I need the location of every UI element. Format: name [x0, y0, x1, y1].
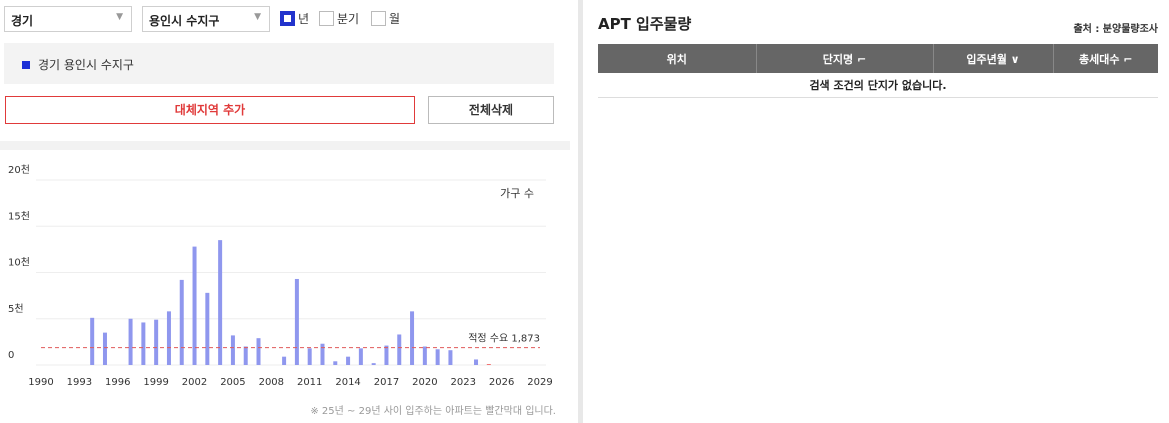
bar: [230, 335, 235, 365]
x-tick-label: 1993: [67, 377, 92, 388]
reference-line-label: 적정 수요 1,873: [468, 333, 540, 345]
x-tick-label: 2017: [374, 377, 399, 388]
bar: [218, 240, 223, 365]
period-quarter-label: 분기: [337, 11, 360, 26]
table-header-row: 위치 단지명 ⌐ 입주년월 ∨ 총세대수 ⌐: [598, 44, 1158, 73]
x-tick-label: 2002: [182, 377, 207, 388]
x-tick-label: 1990: [28, 377, 53, 388]
period-month-label: 월: [389, 11, 401, 26]
x-tick-label: 2014: [335, 377, 360, 388]
checkbox-icon: [319, 10, 334, 26]
selected-region-panel: 경기 용인시 수지구: [4, 43, 554, 84]
bar: [90, 317, 95, 365]
checkbox-icon: [371, 10, 386, 26]
province-value: 경기: [11, 14, 34, 28]
bar: [205, 292, 210, 365]
chart-legend-label: 가구 수: [500, 187, 534, 200]
bar: [333, 361, 338, 365]
bar: [358, 348, 363, 365]
y-tick-label: 5천: [8, 303, 24, 315]
bar: [410, 311, 415, 365]
selected-region-item[interactable]: 경기 용인시 수지구: [22, 56, 134, 73]
supply-bar-chart: 0 5천 10천 15천 20천 1990 1993 1996 1999 2002 2005 2008…: [8, 164, 553, 388]
bar: [154, 319, 159, 365]
bar: [141, 322, 146, 365]
section-separator: [0, 141, 570, 150]
data-source-label: 출처 : 분양물량조사: [1073, 24, 1158, 35]
checkbox-checked-icon: [280, 10, 295, 26]
bar: [294, 278, 299, 365]
chart-footnote: ※ 25년 ~ 29년 사이 입주하는 아파트는 빨간막대 입니다.: [310, 406, 556, 417]
x-tick-label: 2023: [451, 377, 476, 388]
column-location[interactable]: 위치: [598, 44, 757, 73]
bar: [320, 343, 325, 365]
selected-region-label: 경기 용인시 수지구: [38, 58, 134, 72]
column-complex-name[interactable]: 단지명 ⌐: [756, 44, 934, 73]
x-tick-label: 2011: [297, 377, 322, 388]
bar: [397, 334, 402, 365]
x-tick-label: 2029: [527, 377, 552, 388]
left-panel: 경기 ▼ 용인시 수지구 ▼ 년 분기 월 경기 용인시 수지구 대체지역 추가…: [0, 0, 570, 423]
region-color-icon: [22, 60, 30, 69]
table-row: 검색 조건의 단지가 없습니다.: [598, 73, 1158, 98]
y-tick-label: 20천: [8, 164, 30, 176]
bar: [166, 311, 171, 365]
x-tick-label: 1999: [143, 377, 168, 388]
period-year-checkbox[interactable]: 년: [280, 10, 309, 26]
panel-divider[interactable]: [578, 0, 583, 423]
bar: [435, 349, 440, 365]
y-tick-label: 10천: [8, 257, 30, 269]
column-total-households[interactable]: 총세대수 ⌐: [1053, 44, 1158, 73]
x-tick-label: 2020: [412, 377, 437, 388]
bar: [243, 346, 248, 365]
x-tick-label: 2026: [489, 377, 514, 388]
column-move-in-date[interactable]: 입주년월 ∨: [933, 44, 1054, 73]
bar: [256, 338, 261, 365]
bar: [282, 356, 287, 365]
bar: [486, 364, 491, 365]
bar: [371, 363, 376, 365]
bar: [102, 332, 107, 365]
chevron-down-icon: ▼: [116, 12, 123, 22]
empty-message: 검색 조건의 단지가 없습니다.: [598, 73, 1158, 98]
x-tick-label: 2008: [259, 377, 284, 388]
province-select[interactable]: 경기 ▼: [4, 6, 132, 32]
bar: [307, 348, 312, 365]
apt-table: 위치 단지명 ⌐ 입주년월 ∨ 총세대수 ⌐ 검색 조건의 단지가 없습니다.: [598, 44, 1158, 98]
add-alternative-region-button[interactable]: 대체지역 추가: [5, 96, 415, 124]
bar: [474, 359, 479, 365]
apt-section-title: APT 입주물량: [598, 15, 692, 33]
bar: [346, 356, 351, 365]
chevron-down-icon: ▼: [254, 12, 261, 22]
x-tick-label: 2005: [220, 377, 245, 388]
bar: [448, 350, 453, 365]
delete-all-button[interactable]: 전체삭제: [428, 96, 554, 124]
district-value: 용인시 수지구: [149, 14, 220, 28]
period-month-checkbox[interactable]: 월: [371, 10, 400, 26]
period-quarter-checkbox[interactable]: 분기: [319, 10, 359, 26]
x-tick-label: 1996: [105, 377, 130, 388]
y-tick-label: 15천: [8, 210, 30, 222]
bar: [128, 318, 133, 365]
district-select[interactable]: 용인시 수지구 ▼: [142, 6, 270, 32]
bar: [179, 279, 184, 365]
y-tick-label: 0: [8, 350, 14, 361]
period-year-label: 년: [298, 11, 310, 26]
bar: [384, 345, 389, 365]
bar: [422, 346, 427, 365]
right-panel: APT 입주물량 출처 : 분양물량조사 위치 단지명 ⌐ 입주년월 ∨ 총세대…: [598, 0, 1158, 423]
